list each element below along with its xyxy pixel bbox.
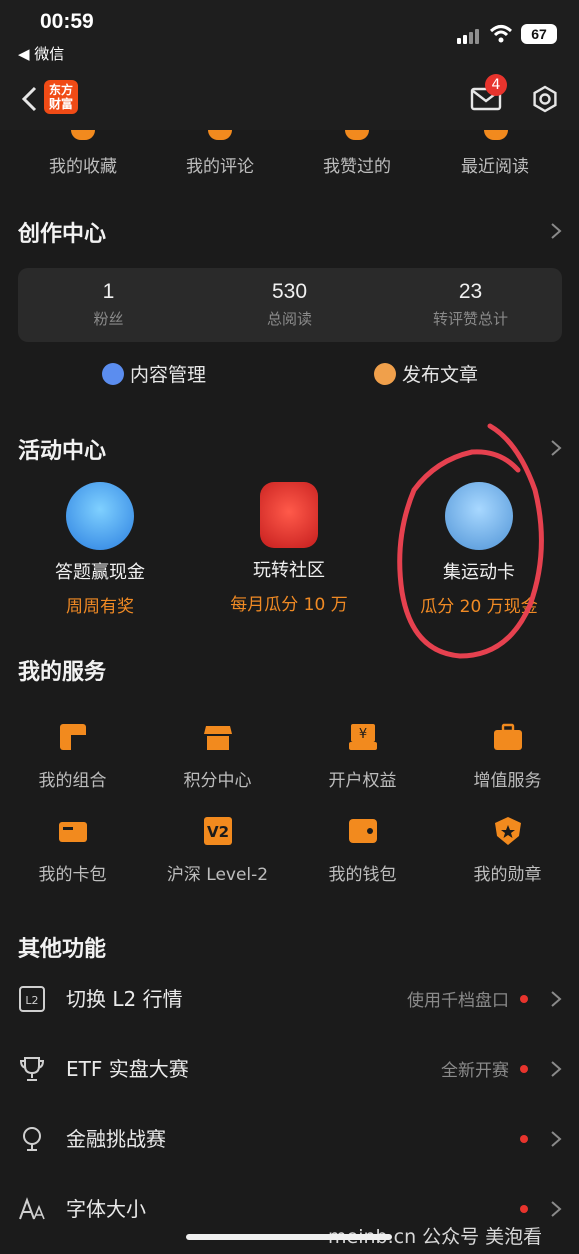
other-functions-title: 其他功能 bbox=[18, 937, 107, 962]
briefcase-icon bbox=[493, 723, 522, 750]
chevron-right-icon bbox=[551, 1201, 562, 1217]
wallet-icon bbox=[348, 819, 377, 843]
service-value-added[interactable]: 增值服务 bbox=[435, 722, 579, 791]
wifi-icon bbox=[489, 25, 513, 43]
comments-item[interactable]: 我的评论 bbox=[150, 152, 290, 177]
chevron-right-icon bbox=[551, 1061, 562, 1077]
liked-item[interactable]: 我赞过的 bbox=[287, 152, 427, 177]
publish-article-link[interactable]: 发布文章 bbox=[374, 360, 478, 387]
red-dot bbox=[520, 1135, 528, 1143]
activity-quiz-cash[interactable]: 答题赢现金 周周有奖 bbox=[10, 482, 190, 617]
activity-community[interactable]: 玩转社区 每月瓜分 10 万 bbox=[199, 482, 379, 615]
mail-badge: 4 bbox=[485, 74, 507, 96]
red-dot bbox=[520, 1205, 528, 1213]
yen-icon: ¥ bbox=[348, 724, 377, 750]
stat-total-reads[interactable]: 530 总阅读 bbox=[199, 280, 380, 329]
activity-center-title[interactable]: 活动中心 bbox=[18, 433, 106, 465]
store-icon bbox=[203, 726, 232, 750]
my-services-title: 我的服务 bbox=[18, 660, 107, 685]
status-bar: 00:59 ◀ 微信 67 bbox=[0, 0, 579, 70]
service-account-rights[interactable]: ¥ 开户权益 bbox=[290, 722, 435, 791]
creation-center-title[interactable]: 创作中心 bbox=[18, 216, 106, 248]
battery-icon: 67 bbox=[521, 24, 557, 44]
collection-icon bbox=[71, 130, 95, 140]
l2-quote-icon: L2 bbox=[19, 986, 45, 1012]
svg-text:L2: L2 bbox=[25, 994, 38, 1007]
service-wallet[interactable]: 我的钱包 bbox=[290, 816, 435, 885]
publish-article-icon bbox=[374, 362, 396, 385]
stat-engagement[interactable]: 23 转评赞总计 bbox=[380, 280, 561, 329]
favorites-item[interactable]: 我的收藏 bbox=[13, 152, 153, 177]
portfolio-icon bbox=[59, 724, 86, 750]
comment-icon bbox=[208, 130, 232, 140]
gear-icon[interactable] bbox=[530, 84, 560, 114]
trophy-icon bbox=[19, 1057, 45, 1081]
like-icon bbox=[345, 130, 369, 140]
cup-icon bbox=[23, 1127, 41, 1151]
service-points[interactable]: 积分中心 bbox=[145, 722, 290, 791]
favorites-row: 我的收藏 我的评论 我赞过的 最近阅读 bbox=[0, 130, 579, 190]
chevron-right-icon bbox=[551, 1131, 562, 1147]
svg-text:¥: ¥ bbox=[358, 727, 366, 742]
annotation-circle bbox=[397, 423, 544, 659]
ufo-icon bbox=[66, 482, 134, 550]
back-to-wechat-link[interactable]: ◀ 微信 bbox=[18, 43, 64, 64]
level2-icon: V2 bbox=[203, 817, 232, 845]
app-logo: 东方 财富 bbox=[44, 80, 78, 114]
medal-icon bbox=[494, 817, 521, 845]
red-dot bbox=[520, 1065, 528, 1073]
history-icon bbox=[484, 130, 508, 140]
service-medals[interactable]: 我的勋章 bbox=[435, 816, 579, 885]
service-portfolio[interactable]: 我的组合 bbox=[0, 722, 145, 791]
cellular-signal-icon bbox=[457, 28, 481, 44]
recent-read-item[interactable]: 最近阅读 bbox=[425, 152, 565, 177]
status-time: 00:59 bbox=[40, 10, 94, 33]
card-icon bbox=[58, 822, 87, 842]
func-row-etf[interactable]: ETF 实盘大赛 全新开赛 bbox=[0, 1035, 579, 1105]
content-manage-icon bbox=[102, 362, 124, 385]
font-size-icon bbox=[19, 1197, 45, 1220]
chevron-right-icon bbox=[551, 991, 562, 1007]
func-row-l2[interactable]: L2 切换 L2 行情 使用千档盘口 bbox=[0, 965, 579, 1035]
func-row-challenge[interactable]: 金融挑战赛 bbox=[0, 1105, 579, 1175]
red-envelope-icon bbox=[260, 482, 318, 548]
service-level2[interactable]: V2 沪深 Level-2 bbox=[145, 816, 290, 885]
service-card-wallet[interactable]: 我的卡包 bbox=[0, 816, 145, 885]
stat-followers[interactable]: 1 粉丝 bbox=[18, 280, 199, 329]
svg-text:V2: V2 bbox=[206, 823, 228, 841]
red-dot bbox=[520, 995, 528, 1003]
home-indicator[interactable] bbox=[186, 1234, 392, 1240]
content-manage-link[interactable]: 内容管理 bbox=[102, 360, 206, 387]
stats-card: 1 粉丝 530 总阅读 23 转评赞总计 bbox=[18, 268, 562, 342]
back-icon[interactable] bbox=[20, 86, 40, 112]
chevron-right-icon[interactable] bbox=[550, 222, 562, 240]
